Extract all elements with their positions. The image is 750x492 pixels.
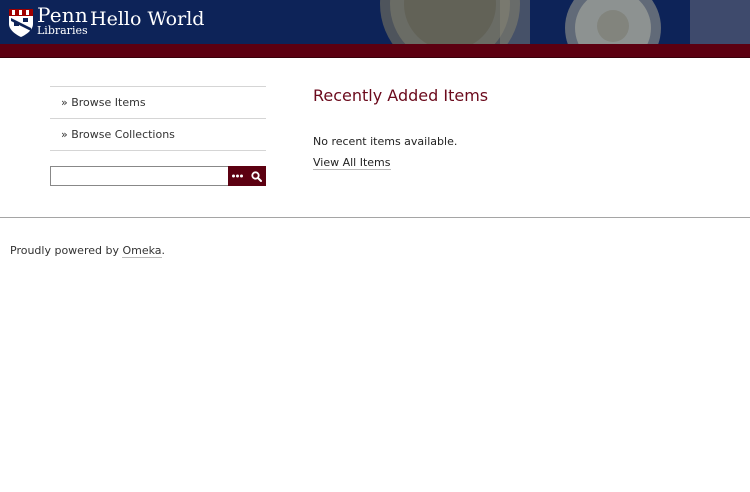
footer-period: . [161,244,166,257]
shield-icon [9,9,33,37]
recent-items-heading: Recently Added Items [313,86,489,105]
nav-link-browse-collections[interactable]: » Browse Collections [50,118,266,150]
omeka-link[interactable]: Omeka [122,244,162,258]
nav-list: » Browse Items » Browse Collections [50,86,266,151]
search-submit-button[interactable] [247,166,266,186]
footer-divider [0,217,750,218]
empty-items-message: No recent items available. [313,135,458,148]
search-form [50,166,266,186]
advanced-search-button[interactable] [228,166,247,186]
penn-libraries-logo[interactable]: Penn Libraries [5,3,88,40]
search-input[interactable] [50,166,228,186]
search-icon [251,170,262,182]
sidebar-nav: » Browse Items » Browse Collections [50,86,266,151]
site-footer: Proudly powered by Omeka. [10,244,166,258]
footer-text: Proudly powered by [10,244,123,257]
nav-link-browse-items[interactable]: » Browse Items [50,86,266,118]
view-all-items-link[interactable]: View All Items [313,156,391,170]
site-header: Penn Libraries Hello World [0,0,750,44]
logo-libraries-text: Libraries [37,24,88,37]
main-content: Recently Added Items No recent items ava… [313,86,489,170]
ellipsis-icon [232,174,243,178]
site-title[interactable]: Hello World [90,8,204,30]
header-accent-bar [0,44,750,58]
